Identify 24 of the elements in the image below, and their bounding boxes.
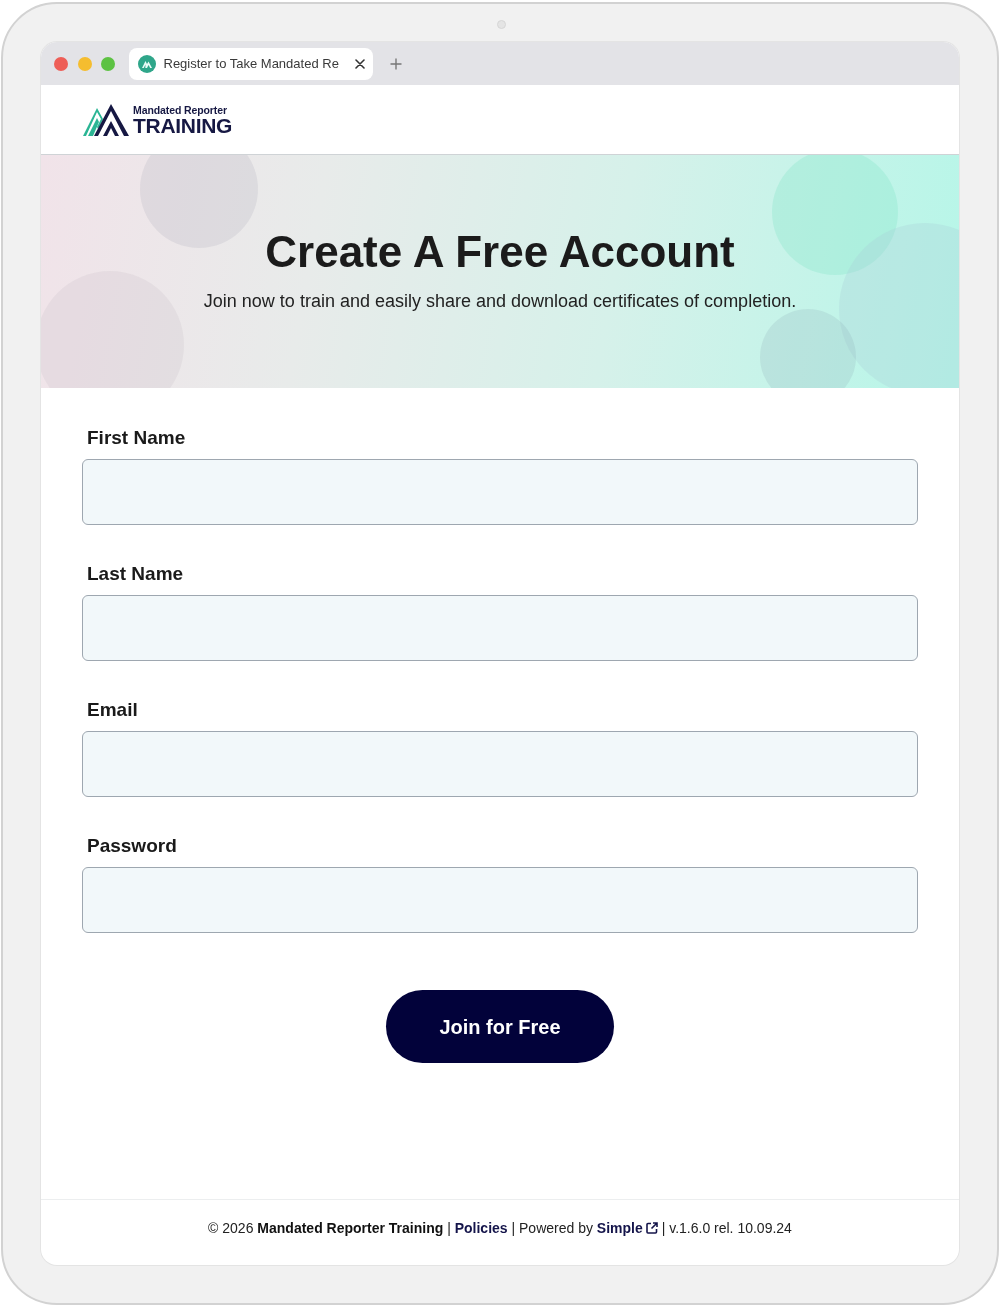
- favicon-icon: [137, 54, 156, 73]
- join-button[interactable]: Join for Free: [386, 990, 614, 1063]
- minimize-window-button[interactable]: [77, 56, 92, 71]
- tab-close-icon[interactable]: [354, 58, 365, 69]
- external-link-icon: [645, 1222, 658, 1234]
- field-label: First Name: [86, 427, 187, 449]
- footer-link[interactable]: Policies: [454, 1220, 508, 1236]
- field-label: Last Name: [86, 563, 185, 585]
- input-field[interactable]: [82, 595, 918, 661]
- footer-link[interactable]: Simple: [596, 1220, 658, 1236]
- field-label: Password: [86, 835, 178, 857]
- input-field[interactable]: [82, 459, 918, 525]
- new-tab-icon[interactable]: [389, 57, 402, 70]
- close-window-button[interactable]: [54, 56, 68, 71]
- logo-tagline: Mandated Reporter: [133, 105, 228, 116]
- logo-wordmark: TRAINING: [133, 116, 233, 136]
- field-label: Email: [86, 699, 139, 721]
- page-subtitle: Join now to train and easily share and download certificates of completion.: [202, 290, 798, 313]
- input-field[interactable]: [82, 867, 918, 933]
- footer-text: © 2026 Mandated Reporter Training | Policies | Powered by Simple | v.1.6.0 rel. 10.09.24: [207, 1219, 793, 1237]
- page-title: Create A Free Account: [264, 226, 736, 278]
- input-field[interactable]: [82, 731, 918, 797]
- zoom-window-button[interactable]: [101, 56, 115, 71]
- browser-tab[interactable]: Register to Take Mandated Re: [128, 47, 373, 80]
